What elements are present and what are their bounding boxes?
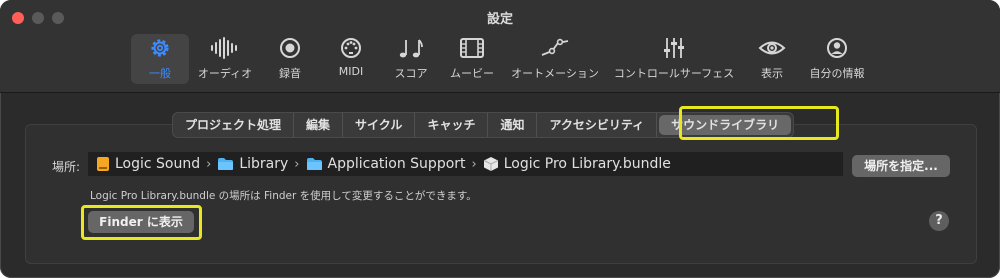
- tab-editing[interactable]: 編集: [294, 113, 344, 137]
- tab-cycle[interactable]: サイクル: [343, 113, 416, 137]
- tab-project-handling[interactable]: プロジェクト処理: [173, 113, 295, 137]
- music-notes-icon: [398, 34, 424, 62]
- toolbar-recording-label: 録音: [279, 67, 301, 80]
- folder-icon: [218, 158, 234, 170]
- toolbar-midi[interactable]: MIDI: [331, 34, 371, 84]
- toolbar-view-label: 表示: [761, 67, 783, 80]
- toolbar-control-surfaces-label: コントロールサーフェス: [613, 67, 735, 80]
- path-segment-application-support[interactable]: Application Support: [306, 156, 466, 172]
- eye-icon: [758, 34, 786, 62]
- path-segment-library-label: Library: [239, 156, 289, 172]
- toolbar-audio[interactable]: オーディオ: [195, 34, 255, 84]
- tab-notifications[interactable]: 通知: [488, 113, 538, 137]
- toolbar-movie[interactable]: ムービー: [446, 34, 498, 84]
- toolbar-recording[interactable]: 録音: [270, 34, 310, 84]
- set-location-button[interactable]: 場所を指定...: [852, 155, 950, 177]
- toolbar-my-info[interactable]: 自分の情報: [806, 34, 868, 84]
- toolbar-score-label: スコア: [394, 67, 428, 80]
- tab-accessibility[interactable]: アクセシビリティ: [537, 113, 658, 137]
- tab-catch[interactable]: キャッチ: [415, 113, 489, 137]
- help-button[interactable]: ?: [929, 211, 949, 231]
- record-icon: [279, 34, 301, 62]
- faders-icon: [662, 34, 686, 62]
- location-path-bar: Logic Sound › Library › Application Supp…: [88, 152, 843, 176]
- window-titlebar: 設定 一般 オーディオ 録音 MIDI スコア ムービー オートメーション コン…: [0, 0, 1000, 93]
- window-title: 設定: [486, 12, 513, 27]
- toolbar-control-surfaces[interactable]: コントロールサーフェス: [612, 34, 736, 84]
- gear-icon: [148, 34, 172, 62]
- path-segment-library[interactable]: Library: [217, 156, 288, 172]
- toolbar-automation[interactable]: オートメーション: [509, 34, 601, 84]
- drive-icon: [97, 157, 109, 171]
- film-icon: [459, 34, 485, 62]
- path-separator: ›: [471, 156, 477, 172]
- bundle-icon: [483, 157, 498, 171]
- toolbar-score[interactable]: スコア: [391, 34, 431, 84]
- toolbar-view[interactable]: 表示: [752, 34, 792, 84]
- path-segment-library-bundle[interactable]: Logic Pro Library.bundle: [483, 156, 671, 172]
- toolbar-my-info-label: 自分の情報: [809, 67, 865, 80]
- toolbar-general-label: 一般: [149, 67, 171, 80]
- person-icon: [826, 34, 848, 62]
- path-segment-logic-sound[interactable]: Logic Sound: [96, 156, 200, 172]
- toolbar-general[interactable]: 一般: [131, 34, 189, 84]
- toolbar-audio-label: オーディオ: [197, 67, 253, 80]
- path-segment-application-support-label: Application Support: [327, 156, 466, 172]
- toolbar-midi-label: MIDI: [338, 65, 364, 78]
- path-separator: ›: [294, 156, 300, 172]
- settings-window: 設定 一般 オーディオ 録音 MIDI スコア ムービー オートメーション コン…: [0, 0, 1000, 278]
- sound-library-tab-highlight: [679, 106, 839, 140]
- toolbar-automation-label: オートメーション: [511, 67, 599, 80]
- location-label: 場所:: [52, 160, 81, 174]
- folder-icon: [306, 158, 322, 170]
- path-segment-library-bundle-label: Logic Pro Library.bundle: [503, 156, 671, 172]
- path-separator: ›: [206, 156, 212, 172]
- location-description: Logic Pro Library.bundle の場所は Finder を使用…: [90, 190, 477, 202]
- waveform-icon: [210, 34, 240, 62]
- path-segment-logic-sound-label: Logic Sound: [115, 156, 201, 172]
- midi-port-icon: [340, 34, 362, 62]
- finder-button-highlight: [81, 205, 202, 240]
- toolbar-movie-label: ムービー: [450, 67, 494, 80]
- automation-curve-icon: [540, 34, 570, 62]
